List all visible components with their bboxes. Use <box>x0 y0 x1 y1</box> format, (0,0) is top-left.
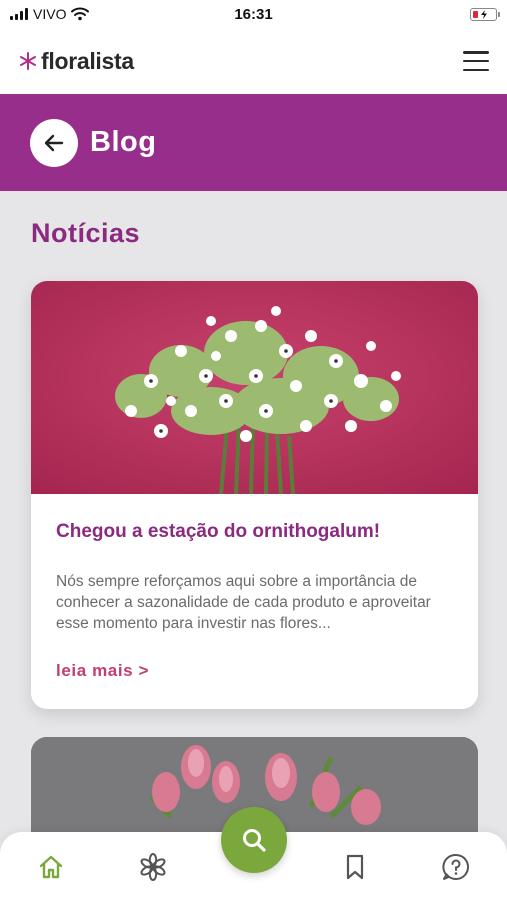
app-screen: VIVO 16:31 floralista Blog Notícias Cheg… <box>0 0 507 900</box>
carrier-label: VIVO <box>33 6 67 22</box>
status-right <box>470 7 500 21</box>
nav-help[interactable] <box>439 850 473 884</box>
article-excerpt: Nós sempre reforçamos aqui sobre a impor… <box>56 573 431 632</box>
arrow-left-icon <box>44 134 64 151</box>
search-icon <box>243 829 266 852</box>
page-title: Blog <box>90 126 157 158</box>
logo-flower-icon <box>20 52 36 70</box>
status-left: VIVO <box>10 6 90 22</box>
bookmark-icon <box>346 854 364 880</box>
floralista-logo[interactable]: floralista <box>18 48 134 75</box>
page-banner: Blog <box>0 94 507 191</box>
article-card[interactable]: Chegou a estação do ornithogalum! Nós se… <box>31 281 478 709</box>
logo-text: floralista <box>41 47 134 74</box>
article-title[interactable]: Chegou a estação do ornithogalum! <box>56 521 380 543</box>
help-icon <box>442 853 469 880</box>
back-button[interactable] <box>30 118 78 167</box>
battery-icon <box>470 7 500 21</box>
nav-home[interactable] <box>34 850 68 884</box>
wifi-icon <box>71 7 90 21</box>
search-button[interactable] <box>221 807 287 873</box>
section-title: Notícias <box>31 218 141 248</box>
app-header: floralista <box>0 28 507 94</box>
flower-icon <box>140 853 166 881</box>
signal-icon <box>10 8 28 20</box>
hamburger-menu-icon[interactable] <box>463 51 489 71</box>
nav-flowers[interactable] <box>136 850 170 884</box>
home-icon <box>39 855 63 879</box>
nav-bookmarks[interactable] <box>338 850 372 884</box>
read-more-link[interactable]: leia mais > <box>56 661 149 681</box>
article-image <box>31 281 478 494</box>
status-bar: VIVO 16:31 <box>0 0 507 28</box>
